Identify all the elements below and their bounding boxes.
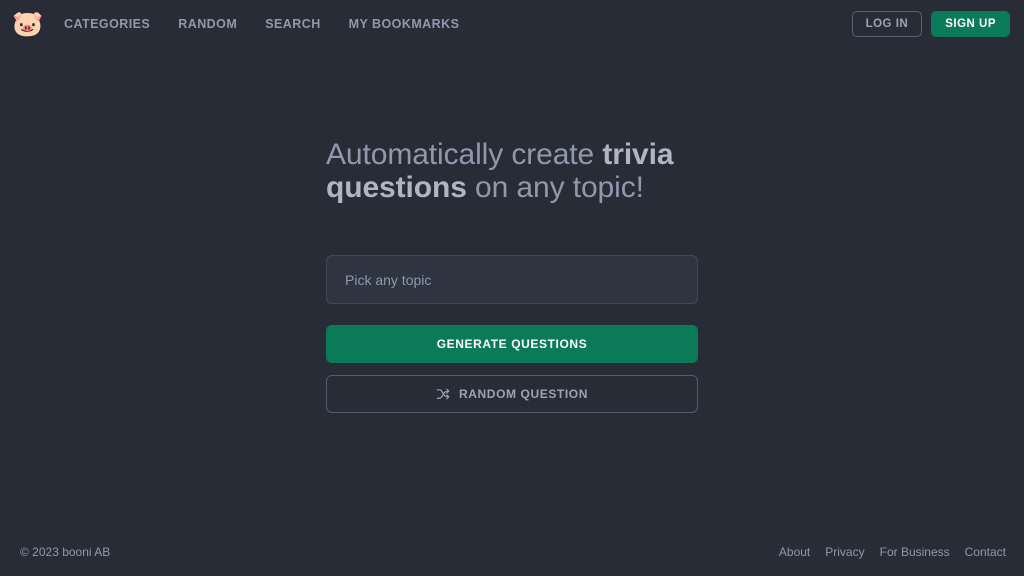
nav-link-categories[interactable]: CATEGORIES — [64, 17, 150, 31]
nav-link-search[interactable]: SEARCH — [265, 17, 320, 31]
sign-up-button[interactable]: SIGN UP — [931, 10, 1010, 38]
footer-link-contact[interactable]: Contact — [965, 545, 1006, 559]
footer-link-for-business[interactable]: For Business — [880, 545, 950, 559]
random-question-button[interactable]: RANDOM QUESTION — [326, 375, 698, 413]
footer-link-about[interactable]: About — [779, 545, 810, 559]
topic-search-input[interactable] — [326, 255, 698, 304]
hero-section: Automatically create trivia questions on… — [326, 138, 698, 413]
headline-text-tail: on any topic! — [466, 171, 644, 204]
footer-links: About Privacy For Business Contact — [779, 545, 1006, 559]
footer-link-privacy[interactable]: Privacy — [825, 545, 864, 559]
random-question-label: RANDOM QUESTION — [459, 387, 588, 401]
headline-text-lead: Automatically create — [326, 138, 603, 171]
page-title: Automatically create trivia questions on… — [326, 138, 698, 204]
primary-nav: CATEGORIES RANDOM SEARCH MY BOOKMARKS — [64, 17, 459, 31]
pig-face-icon[interactable]: 🐷 — [12, 9, 43, 39]
page-footer: © 2023 booni AB About Privacy For Busine… — [0, 528, 1024, 576]
main-content: Automatically create trivia questions on… — [0, 48, 1024, 528]
top-navigation-bar: 🐷 CATEGORIES RANDOM SEARCH MY BOOKMARKS … — [0, 0, 1024, 48]
shuffle-icon — [436, 387, 450, 401]
log-in-button[interactable]: LOG IN — [851, 10, 923, 38]
generate-questions-button[interactable]: GENERATE QUESTIONS — [326, 325, 698, 363]
nav-link-my-bookmarks[interactable]: MY BOOKMARKS — [349, 17, 460, 31]
auth-actions: LOG IN SIGN UP — [851, 10, 1010, 38]
copyright-text: © 2023 booni AB — [20, 545, 111, 559]
nav-link-random[interactable]: RANDOM — [178, 17, 237, 31]
